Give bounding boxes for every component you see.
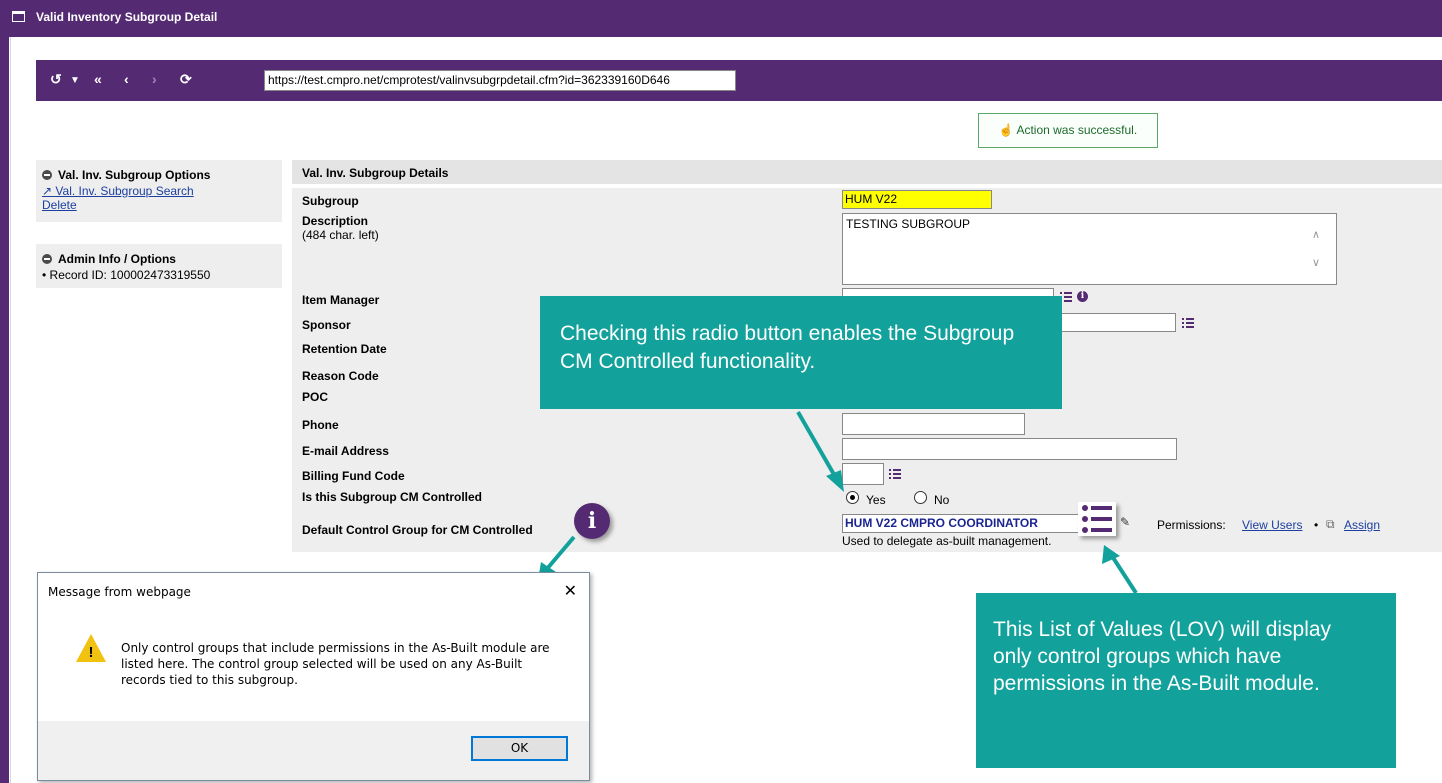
delete-link[interactable]: Delete	[36, 198, 282, 212]
back-icon[interactable]: ‹	[124, 72, 129, 86]
subgroup-search-link-text: Val. Inv. Subgroup Search	[55, 184, 194, 198]
dialog-footer: OK	[38, 721, 589, 780]
record-id: • Record ID: 100002473319550	[42, 268, 211, 282]
window-title: Valid Inventory Subgroup Detail	[36, 10, 218, 24]
forward-icon[interactable]: ›	[152, 72, 157, 86]
phone-label: Phone	[302, 418, 339, 432]
retention-date-label: Retention Date	[302, 342, 387, 356]
description-textarea[interactable]: TESTING SUBGROUP	[842, 213, 1337, 285]
scroll-down-icon[interactable]: ∨	[1312, 256, 1320, 269]
control-group-help: Used to delegate as-built management.	[842, 534, 1052, 548]
history-icon[interactable]: ↺	[50, 72, 62, 86]
sidebar-options-header[interactable]: Val. Inv. Subgroup Options	[36, 160, 282, 184]
popup-icon: ⧉	[1326, 517, 1335, 531]
ok-button[interactable]: OK	[471, 736, 568, 761]
description-chars-left: (484 char. left)	[302, 228, 379, 242]
navigation-bar: ↺ ▼ « ‹ › ⟳ https://test.cmpro.net/cmpro…	[36, 60, 1442, 101]
window-left-border	[0, 37, 9, 783]
radio-callout-text: Checking this radio button enables the S…	[560, 322, 1015, 373]
control-group-info-icon[interactable]: i	[574, 503, 610, 539]
billing-fund-code-label: Billing Fund Code	[302, 469, 405, 483]
refresh-icon[interactable]: ⟳	[180, 72, 192, 86]
details-header: Val. Inv. Subgroup Details	[292, 160, 1442, 184]
control-group-input[interactable]: HUM V22 CMPRO COORDINATOR	[842, 514, 1084, 533]
subgroup-search-link[interactable]: ↗ Val. Inv. Subgroup Search	[36, 184, 282, 198]
phone-input[interactable]	[842, 413, 1025, 435]
lov-callout: This List of Values (LOV) will display o…	[976, 593, 1396, 768]
sidebar-admin-header[interactable]: Admin Info / Options	[36, 244, 282, 268]
cm-controlled-no-label: No	[934, 493, 950, 507]
sidebar-admin-panel: Admin Info / Options • Record ID: 100002…	[36, 244, 282, 288]
reason-code-label: Reason Code	[302, 369, 379, 383]
description-label: Description	[302, 214, 369, 228]
permissions-label: Permissions:	[1157, 518, 1226, 532]
cm-controlled-label: Is this Subgroup CM Controlled	[302, 490, 482, 504]
sidebar-options-title: Val. Inv. Subgroup Options	[58, 167, 211, 182]
email-input[interactable]	[842, 438, 1177, 460]
dialog-title: Message from webpage	[48, 585, 191, 599]
message-dialog: Message from webpage ✕ ! Only control gr…	[37, 572, 590, 781]
separator-dot: •	[1314, 518, 1319, 532]
email-label: E-mail Address	[302, 444, 389, 458]
sponsor-lov-icon[interactable]	[1182, 318, 1194, 328]
view-users-link[interactable]: View Users	[1242, 518, 1302, 532]
radio-callout: Checking this radio button enables the S…	[540, 296, 1062, 409]
success-message: ☝ Action was successful.	[978, 113, 1158, 148]
external-link-icon: ↗	[42, 184, 53, 198]
sidebar-admin-title: Admin Info / Options	[58, 251, 176, 266]
collapse-icon[interactable]	[42, 253, 52, 264]
control-group-label: Default Control Group for CM Controlled	[302, 523, 533, 537]
edit-icon[interactable]: ✎	[1120, 515, 1130, 529]
url-field[interactable]: https://test.cmpro.net/cmprotest/valinvs…	[264, 70, 736, 91]
first-page-icon[interactable]: «	[94, 72, 102, 86]
cm-controlled-yes-radio[interactable]	[846, 491, 859, 504]
lov-callout-arrow-line	[1110, 554, 1138, 595]
subgroup-input[interactable]: HUM V22	[842, 190, 992, 209]
item-manager-label: Item Manager	[302, 293, 380, 307]
cm-controlled-yes-label: Yes	[866, 493, 886, 507]
thumbs-up-icon: ☝	[998, 123, 1014, 137]
dialog-message: Only control groups that include permiss…	[121, 641, 550, 687]
control-group-lov-icon[interactable]	[1078, 502, 1116, 536]
assign-link[interactable]: Assign	[1344, 518, 1380, 532]
subgroup-label: Subgroup	[302, 194, 359, 208]
sponsor-label: Sponsor	[302, 318, 351, 332]
lov-callout-text: This List of Values (LOV) will display o…	[993, 618, 1332, 695]
cm-controlled-no-radio[interactable]	[914, 491, 927, 504]
warning-mark: !	[88, 644, 94, 661]
collapse-icon[interactable]	[42, 169, 52, 180]
billing-fund-lov-icon[interactable]	[889, 469, 901, 479]
history-dropdown-icon[interactable]: ▼	[70, 74, 80, 88]
inner-border	[10, 37, 11, 783]
sidebar-options-panel: Val. Inv. Subgroup Options ↗ Val. Inv. S…	[36, 160, 282, 222]
window-icon	[12, 11, 25, 22]
billing-fund-code-input[interactable]	[842, 463, 884, 485]
poc-label: POC	[302, 390, 329, 404]
close-icon[interactable]: ✕	[564, 581, 577, 600]
scroll-up-icon[interactable]: ∧	[1312, 228, 1320, 241]
window-titlebar: Valid Inventory Subgroup Detail	[0, 0, 1442, 37]
item-manager-info-icon[interactable]: i	[1077, 291, 1088, 302]
success-text: Action was successful.	[1016, 123, 1138, 137]
